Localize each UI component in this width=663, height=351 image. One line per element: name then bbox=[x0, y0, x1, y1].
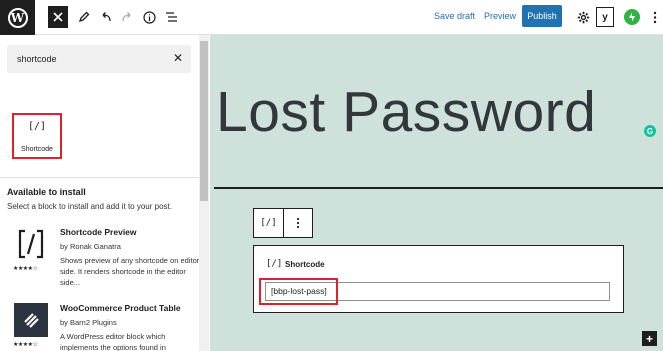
divider bbox=[0, 177, 199, 178]
plugin-author: by Barn2 Plugins bbox=[60, 318, 117, 327]
plugin-item[interactable]: ★★★★☆ WooCommerce Product Table by Barn2… bbox=[7, 303, 197, 351]
grammarly-icon[interactable]: G bbox=[644, 125, 656, 137]
info-icon bbox=[142, 10, 156, 24]
tools-button[interactable] bbox=[73, 6, 95, 28]
save-draft-button[interactable]: Save draft bbox=[434, 11, 475, 21]
add-block-button[interactable]: + bbox=[642, 331, 657, 346]
editor-canvas: Lost Password G [/] [/] Shortcode [bbp-l… bbox=[210, 35, 663, 351]
redo-icon bbox=[122, 12, 131, 22]
wordpress-logo-button[interactable]: W bbox=[0, 0, 35, 35]
details-button[interactable] bbox=[138, 6, 160, 28]
block-type-button[interactable]: [/] bbox=[254, 209, 284, 237]
clear-search-icon[interactable]: ✕ bbox=[173, 51, 183, 65]
preview-button[interactable]: Preview bbox=[484, 11, 516, 21]
list-view-icon bbox=[165, 12, 177, 22]
block-result-label: Shortcode bbox=[21, 146, 53, 153]
more-vertical-icon bbox=[296, 217, 300, 229]
barn2-icon bbox=[14, 303, 48, 337]
block-toolbar: [/] bbox=[253, 208, 313, 238]
shortcode-icon: [/] bbox=[27, 121, 47, 132]
options-menu-button[interactable] bbox=[644, 6, 663, 28]
pencil-icon bbox=[78, 11, 90, 23]
publish-button[interactable]: Publish bbox=[522, 5, 562, 27]
wordpress-logo-icon: W bbox=[7, 7, 28, 28]
post-title[interactable]: Lost Password bbox=[216, 79, 596, 145]
block-inserter-panel: shortcode ✕ [/] Shortcode Available to i… bbox=[0, 35, 209, 351]
block-search-input[interactable]: shortcode ✕ bbox=[7, 45, 191, 73]
shortcode-icon: [/] bbox=[260, 218, 277, 228]
available-to-install-description: Select a block to install and add it to … bbox=[7, 202, 172, 211]
close-inserter-button[interactable] bbox=[48, 6, 68, 28]
yoast-seo-button[interactable]: y bbox=[596, 7, 614, 27]
search-value: shortcode bbox=[17, 54, 57, 64]
list-view-button[interactable] bbox=[160, 6, 182, 28]
plugin-name: Shortcode Preview bbox=[60, 227, 137, 237]
jetpack-button[interactable] bbox=[624, 9, 640, 25]
redo-button[interactable] bbox=[116, 6, 138, 28]
block-options-button[interactable] bbox=[284, 209, 312, 237]
shortcode-preview-icon bbox=[14, 227, 48, 261]
sidebar-scrollbar[interactable] bbox=[199, 35, 209, 351]
yoast-icon: y bbox=[602, 11, 608, 23]
separator-block[interactable] bbox=[214, 187, 663, 189]
editor-top-toolbar: W Save draft Preview Publish y bbox=[0, 0, 663, 35]
shortcode-block-label: Shortcode bbox=[285, 260, 325, 269]
close-icon bbox=[53, 12, 63, 22]
shortcode-block-result[interactable]: [/] Shortcode bbox=[12, 113, 62, 159]
settings-button[interactable] bbox=[572, 6, 594, 28]
jetpack-icon bbox=[629, 12, 635, 22]
scrollbar-thumb[interactable] bbox=[200, 41, 208, 201]
plugin-author: by Ronak Ganatra bbox=[60, 242, 121, 251]
plugin-description: A WordPress editor block which implement… bbox=[60, 332, 166, 351]
shortcode-icon: [/] bbox=[266, 259, 283, 269]
plugin-item[interactable]: ★★★★☆ Shortcode Preview by Ronak Ganatra… bbox=[7, 227, 200, 299]
available-to-install-heading: Available to install bbox=[7, 187, 86, 197]
plugin-description: Shows preview of any shortcode on editor… bbox=[60, 256, 200, 287]
rating-stars: ★★★★☆ bbox=[13, 266, 38, 272]
highlight-annotation bbox=[259, 278, 338, 305]
gear-icon bbox=[577, 11, 589, 23]
undo-button[interactable] bbox=[95, 6, 117, 28]
rating-stars: ★★★★☆ bbox=[13, 342, 38, 348]
plugin-name: WooCommerce Product Table bbox=[60, 303, 181, 313]
undo-icon bbox=[102, 12, 111, 22]
more-vertical-icon bbox=[653, 11, 657, 23]
